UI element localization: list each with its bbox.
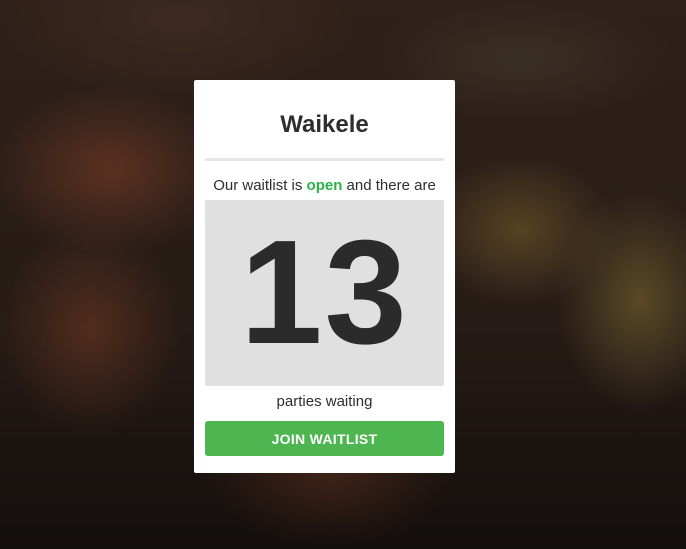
join-waitlist-button[interactable]: JOIN WAITLIST [205, 421, 444, 456]
parties-waiting-label: parties waiting [276, 393, 373, 410]
status-badge: open [306, 177, 343, 194]
waitlist-card: Waikele Our waitlist is open and there a… [194, 80, 455, 473]
party-count-box: 13 [205, 200, 444, 386]
divider [205, 158, 444, 161]
location-title: Waikele [280, 111, 369, 138]
party-count: 13 [240, 210, 409, 375]
status-prefix: Our waitlist is [213, 177, 307, 194]
waitlist-status-text: Our waitlist is open and there are [205, 175, 444, 197]
status-suffix: and there are [342, 177, 436, 194]
